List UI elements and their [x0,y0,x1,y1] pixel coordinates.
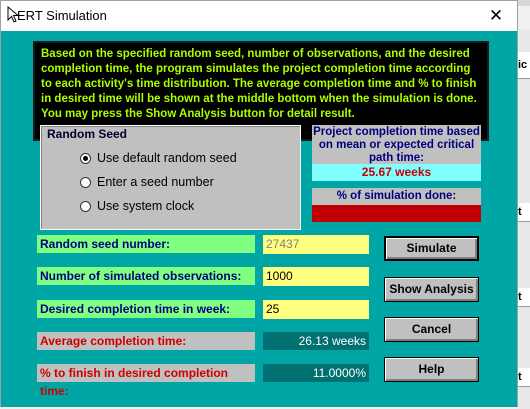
radio-label: Use default random seed [97,151,237,165]
background-cell: t [518,203,530,222]
observations-field[interactable] [263,267,369,286]
percent-finish-value: 11.0000% [263,364,369,382]
background-cell: t [518,368,530,387]
percent-finish-label: % to finish in desired completion time: [37,364,255,398]
show-analysis-button[interactable]: Show Analysis [384,277,479,302]
seed-number-label: Random seed number: [37,235,255,253]
background-cell: t [518,288,530,307]
help-button[interactable]: Help [384,357,479,382]
background-app-panel: ic t t t t [518,30,530,409]
simulation-progress-label: % of simulation done: [312,188,481,205]
desired-time-field[interactable] [263,300,369,319]
simulation-progress-bar [312,205,481,222]
radio-system-clock[interactable]: Use system clock [80,199,194,213]
observations-label: Number of simulated observations: [37,267,255,285]
seed-number-field[interactable] [263,235,369,254]
average-time-label: Average completion time: [37,332,255,350]
average-time-value: 26.13 weeks [263,332,369,350]
radio-label: Use system clock [97,199,195,213]
project-completion-value: 25.67 weeks [312,164,481,181]
random-seed-group-title: Random Seed [45,127,130,141]
simulate-button[interactable]: Simulate [384,236,479,261]
cancel-button[interactable]: Cancel [384,317,479,342]
close-button[interactable]: ✕ [485,6,507,26]
radio-enter-seed[interactable]: Enter a seed number [80,175,214,189]
radio-unselected-icon[interactable] [80,176,91,188]
title-bar[interactable]: ERT Simulation ✕ [1,1,517,31]
radio-label: Enter a seed number [97,175,214,189]
radio-selected-icon[interactable] [80,152,91,164]
pert-simulation-dialog: ERT Simulation ✕ Based on the specified … [0,0,518,407]
background-cell: ic t [518,52,530,79]
window-title: ERT Simulation [17,8,107,23]
desired-time-label: Desired completion time in week: [37,300,255,318]
radio-unselected-icon[interactable] [80,200,91,212]
radio-default-seed[interactable]: Use default random seed [80,151,237,165]
